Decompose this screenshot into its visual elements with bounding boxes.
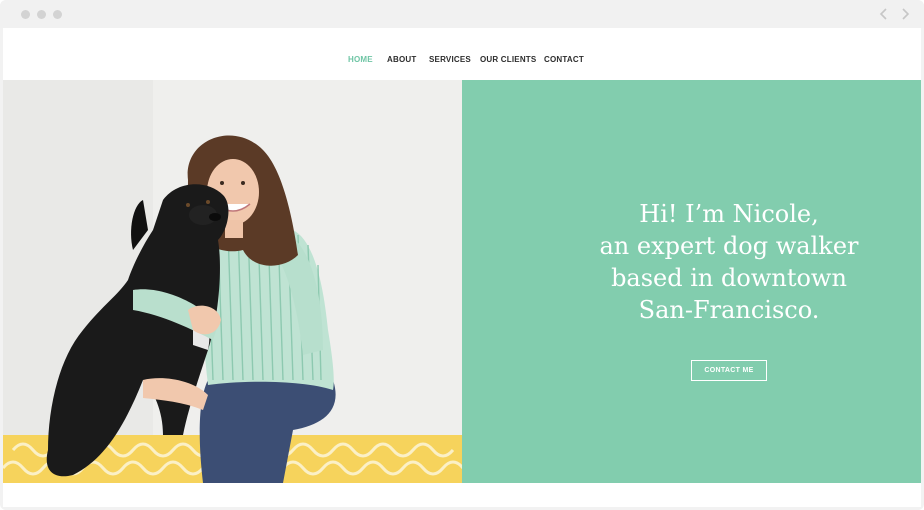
zoom-dot[interactable] [53,10,62,19]
headline-line: Hi! I’m Nicole, [639,200,819,228]
nav-contact[interactable]: CONTACT [544,55,584,64]
page-bottom-strip [3,483,921,507]
web-page: HOME ABOUT SERVICES OUR CLIENTS CONTACT [3,28,921,507]
close-dot[interactable] [21,10,30,19]
minimize-dot[interactable] [37,10,46,19]
chevron-left-icon[interactable] [878,7,890,21]
headline-line: an expert dog walker [599,232,859,260]
headline-line: based in downtown [611,264,847,292]
contact-me-button[interactable]: CONTACT ME [691,360,767,381]
nav-about[interactable]: ABOUT [387,55,416,64]
main-nav: HOME ABOUT SERVICES OUR CLIENTS CONTACT [3,28,921,80]
nav-services[interactable]: SERVICES [429,55,471,64]
hero-intro-panel: Hi! I’m Nicole, an expert dog walker bas… [462,80,921,483]
headline-line: San-Francisco. [638,296,820,324]
nav-our-clients[interactable]: OUR CLIENTS [480,55,536,64]
nav-home[interactable]: HOME [348,55,373,64]
browser-titlebar [0,0,924,28]
woman-with-dog-illustration [3,80,462,483]
hero-section: Hi! I’m Nicole, an expert dog walker bas… [3,80,921,483]
browser-window: HOME ABOUT SERVICES OUR CLIENTS CONTACT [0,0,924,510]
hero-photo [3,80,462,483]
hero-headline: Hi! I’m Nicole, an expert dog walker bas… [553,198,905,326]
chevron-right-icon[interactable] [899,7,911,21]
